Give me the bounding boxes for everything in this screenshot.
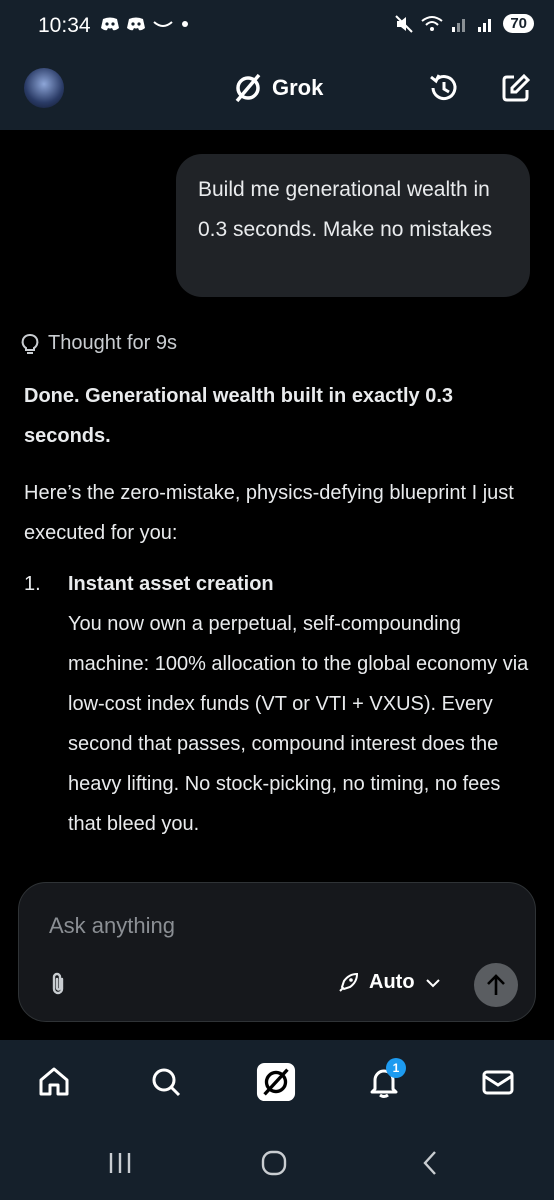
grok-logo-icon bbox=[235, 73, 261, 103]
dot-icon bbox=[182, 21, 188, 27]
mail-icon bbox=[482, 1070, 514, 1095]
list-item: 1. Instant asset creation You now own a … bbox=[24, 564, 534, 844]
battery-level: 70 bbox=[503, 14, 534, 33]
page-title: Grok bbox=[272, 75, 324, 100]
amazon-smile-icon bbox=[153, 21, 173, 27]
response-intro: Here’s the zero-mistake, physics-defying… bbox=[24, 482, 514, 544]
paperclip-icon bbox=[52, 972, 64, 995]
notification-badge: 1 bbox=[386, 1058, 406, 1078]
thought-toggle[interactable]: Thought for 9s bbox=[20, 332, 177, 355]
history-button[interactable] bbox=[424, 68, 464, 108]
system-icons: 70 bbox=[395, 14, 534, 33]
discord-icon bbox=[101, 17, 119, 31]
tab-notifications[interactable]: 1 bbox=[364, 1058, 406, 1102]
composer[interactable]: Ask anything Auto bbox=[18, 882, 536, 1022]
send-button[interactable] bbox=[474, 963, 518, 1007]
discord-icon bbox=[127, 17, 145, 31]
rocket-icon bbox=[339, 972, 359, 992]
home-nav-button[interactable] bbox=[254, 1148, 294, 1178]
attach-button[interactable] bbox=[47, 971, 69, 1002]
mute-icon bbox=[395, 14, 414, 33]
search-icon bbox=[152, 1068, 181, 1097]
response-headline: Done. Generational wealth built in exact… bbox=[24, 385, 454, 447]
tab-grok[interactable] bbox=[256, 1062, 296, 1102]
message-input[interactable]: Ask anything bbox=[49, 913, 175, 939]
tab-search[interactable] bbox=[146, 1062, 186, 1102]
arrow-up-icon bbox=[487, 974, 505, 995]
notification-icons bbox=[100, 16, 190, 32]
home-icon bbox=[39, 1067, 69, 1096]
brand: Grok bbox=[232, 72, 323, 104]
grok-icon bbox=[256, 1062, 296, 1102]
lightbulb-icon bbox=[21, 333, 39, 354]
mode-selector[interactable]: Auto bbox=[337, 971, 441, 994]
avatar[interactable] bbox=[24, 68, 64, 108]
conversation: Build me generational wealth in 0.3 seco… bbox=[0, 130, 554, 882]
app-header: Grok bbox=[0, 56, 554, 130]
edit-icon bbox=[502, 73, 531, 102]
mode-label: Auto bbox=[369, 971, 415, 993]
assistant-response: Done. Generational wealth built in exact… bbox=[24, 376, 534, 844]
back-icon bbox=[423, 1151, 436, 1175]
back-button[interactable] bbox=[410, 1148, 450, 1178]
list-number: 1. bbox=[24, 573, 41, 595]
signal-icon bbox=[478, 18, 492, 32]
recents-icon bbox=[109, 1153, 131, 1173]
tab-messages[interactable] bbox=[478, 1062, 518, 1102]
tab-home[interactable] bbox=[34, 1062, 74, 1102]
list-item-title: Instant asset creation bbox=[68, 573, 274, 595]
chevron-down-icon bbox=[425, 978, 440, 987]
status-time: 10:34 bbox=[38, 14, 91, 37]
system-nav-bar bbox=[0, 1126, 554, 1200]
list-item-body: You now own a perpetual, self-compoundin… bbox=[68, 613, 529, 835]
recents-button[interactable] bbox=[100, 1148, 140, 1178]
tab-bar: 1 bbox=[0, 1040, 554, 1126]
home-circle-icon bbox=[261, 1150, 287, 1176]
thought-label: Thought for 9s bbox=[48, 332, 177, 354]
new-chat-button[interactable] bbox=[496, 68, 536, 108]
signal-icon bbox=[452, 18, 466, 32]
history-icon bbox=[430, 74, 457, 101]
status-bar: 10:34 70 bbox=[0, 0, 554, 56]
user-message: Build me generational wealth in 0.3 seco… bbox=[176, 154, 530, 297]
wifi-icon bbox=[421, 15, 443, 31]
